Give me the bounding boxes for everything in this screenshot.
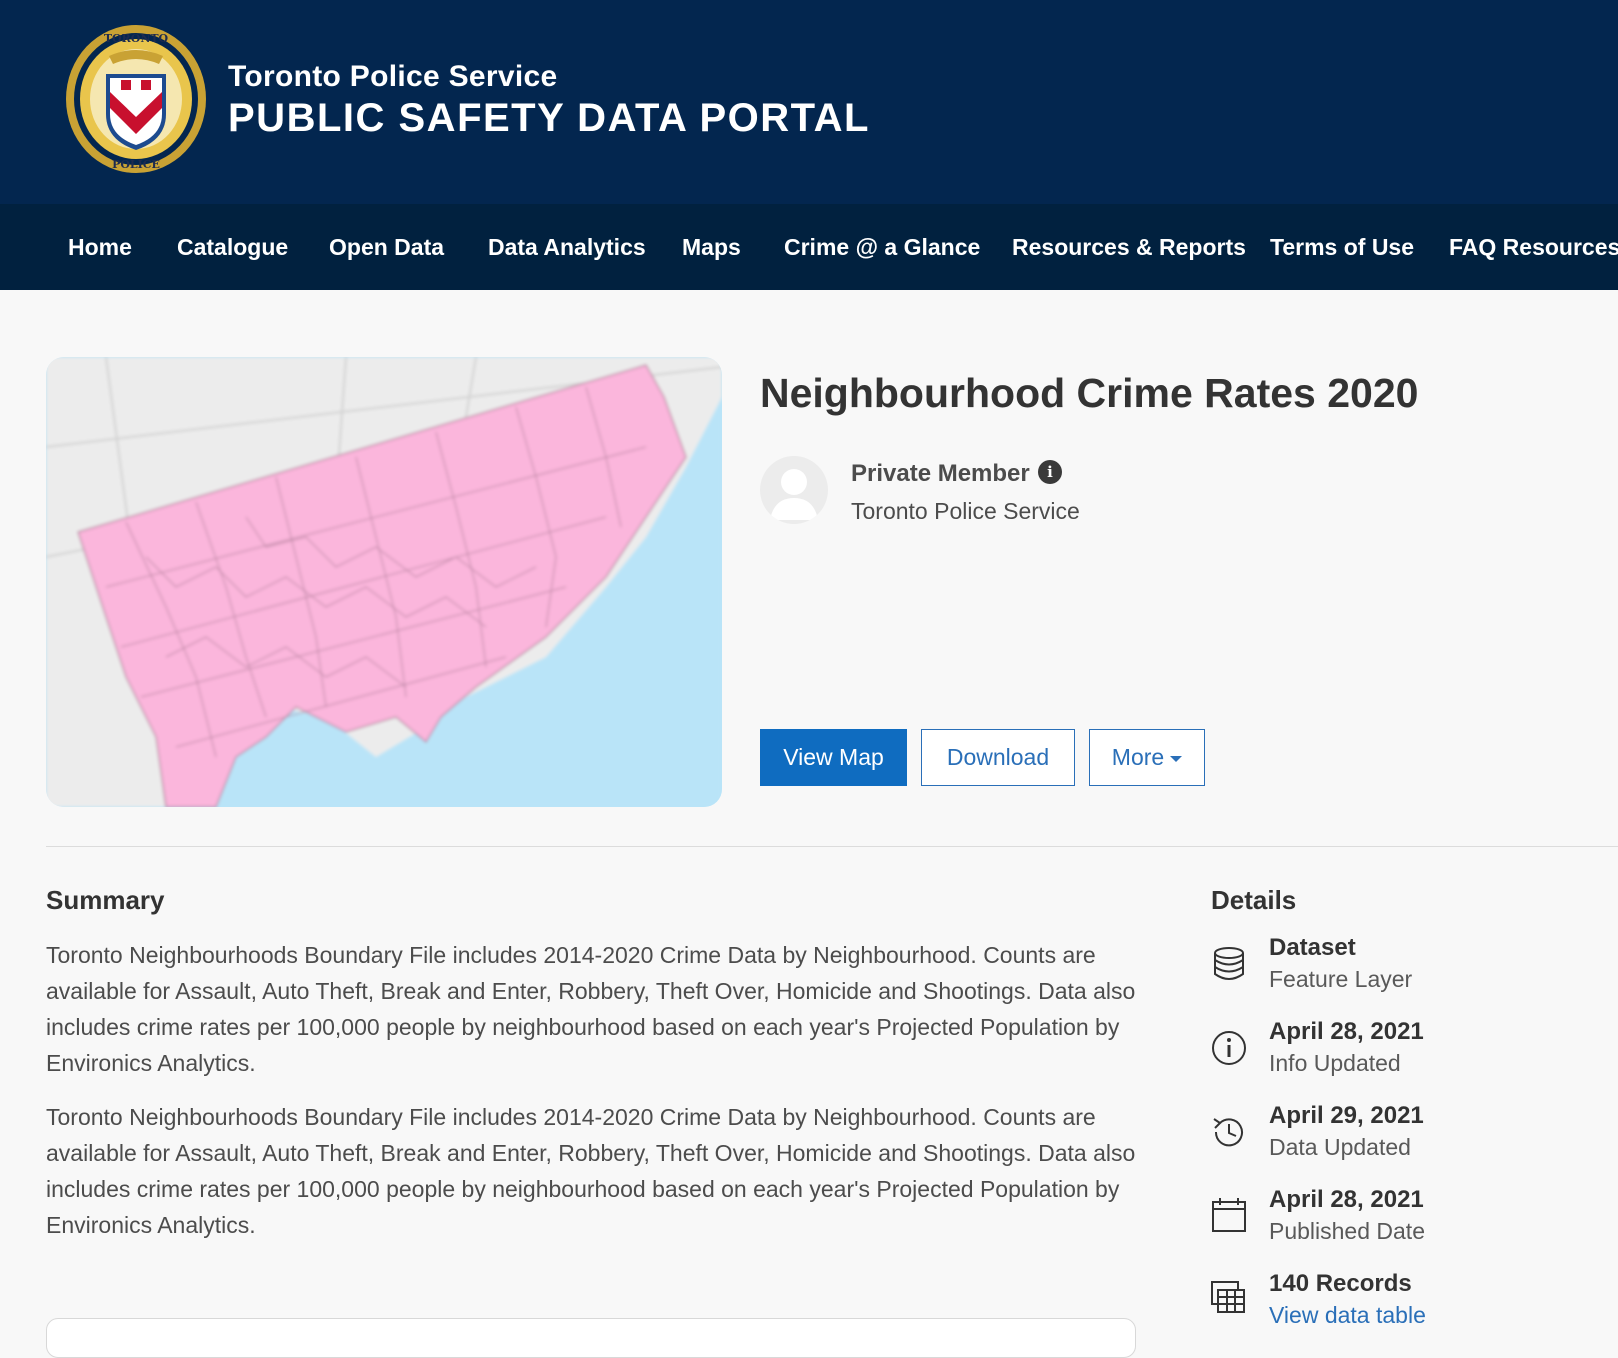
detail-published-date: April 28, 2021 [1269, 1186, 1424, 1213]
view-data-table-link[interactable]: View data table [1269, 1302, 1426, 1329]
view-map-label: View Map [783, 744, 884, 770]
caret-down-icon [1170, 755, 1183, 762]
more-label: More [1111, 744, 1165, 770]
detail-info-updated-date: April 28, 2021 [1269, 1018, 1424, 1045]
toronto-police-logo[interactable]: TORONTO POLICE [63, 22, 209, 176]
nav-maps[interactable]: Maps [682, 204, 741, 290]
details-heading: Details [1211, 885, 1297, 915]
main-nav: Home Catalogue Open Data Data Analytics … [0, 204, 1618, 290]
detail-data-updated-label: Data Updated [1269, 1134, 1411, 1160]
svg-text:TORONTO: TORONTO [104, 32, 169, 45]
owner-avatar[interactable] [760, 456, 828, 524]
info-icon[interactable]: i [1038, 460, 1062, 484]
svg-text:POLICE: POLICE [112, 158, 160, 171]
nav-terms-of-use[interactable]: Terms of Use [1270, 204, 1414, 290]
nav-home[interactable]: Home [68, 204, 132, 290]
section-divider [46, 846, 1618, 847]
nav-open-data[interactable]: Open Data [329, 204, 444, 290]
detail-data-updated-date: April 29, 2021 [1269, 1102, 1424, 1129]
summary-heading: Summary [46, 885, 165, 915]
download-label: Download [946, 744, 1050, 770]
detail-type-title: Dataset [1269, 934, 1356, 961]
summary-paragraph: Toronto Neighbourhoods Boundary File inc… [46, 942, 1136, 1076]
nav-faq-resources[interactable]: FAQ Resources [1449, 204, 1618, 290]
item-title: Neighbourhood Crime Rates 2020 [760, 370, 1419, 416]
content-card [46, 1318, 1136, 1358]
database-icon [1214, 947, 1244, 980]
map-thumbnail[interactable] [46, 357, 722, 807]
owner-organization: Toronto Police Service [851, 498, 1080, 524]
summary-paragraph: Toronto Neighbourhoods Boundary File inc… [46, 1104, 1136, 1238]
detail-type-sub: Feature Layer [1269, 966, 1413, 992]
nav-resources-reports[interactable]: Resources & Reports [1012, 204, 1246, 290]
detail-published-label: Published Date [1269, 1218, 1425, 1244]
detail-info-updated-label: Info Updated [1269, 1050, 1401, 1076]
download-button[interactable]: Download [921, 729, 1075, 786]
nav-catalogue[interactable]: Catalogue [177, 204, 288, 290]
nav-data-analytics[interactable]: Data Analytics [488, 204, 646, 290]
owner-name[interactable]: Private Member [851, 460, 1030, 488]
org-name: Toronto Police Service [228, 60, 558, 93]
nav-crime-at-a-glance[interactable]: Crime @ a Glance [784, 204, 980, 290]
history-icon [1213, 1118, 1243, 1147]
portal-title[interactable]: PUBLIC SAFETY DATA PORTAL [228, 96, 870, 141]
table-icon [1211, 1281, 1245, 1313]
site-header: TORONTO POLICE Toronto Police Service PU… [0, 0, 1618, 204]
view-map-button[interactable]: View Map [760, 729, 907, 786]
more-dropdown-button[interactable]: More [1089, 729, 1205, 786]
info-circle-icon [1212, 1031, 1246, 1065]
detail-record-count: 140 Records [1269, 1270, 1412, 1297]
calendar-icon [1212, 1198, 1246, 1232]
